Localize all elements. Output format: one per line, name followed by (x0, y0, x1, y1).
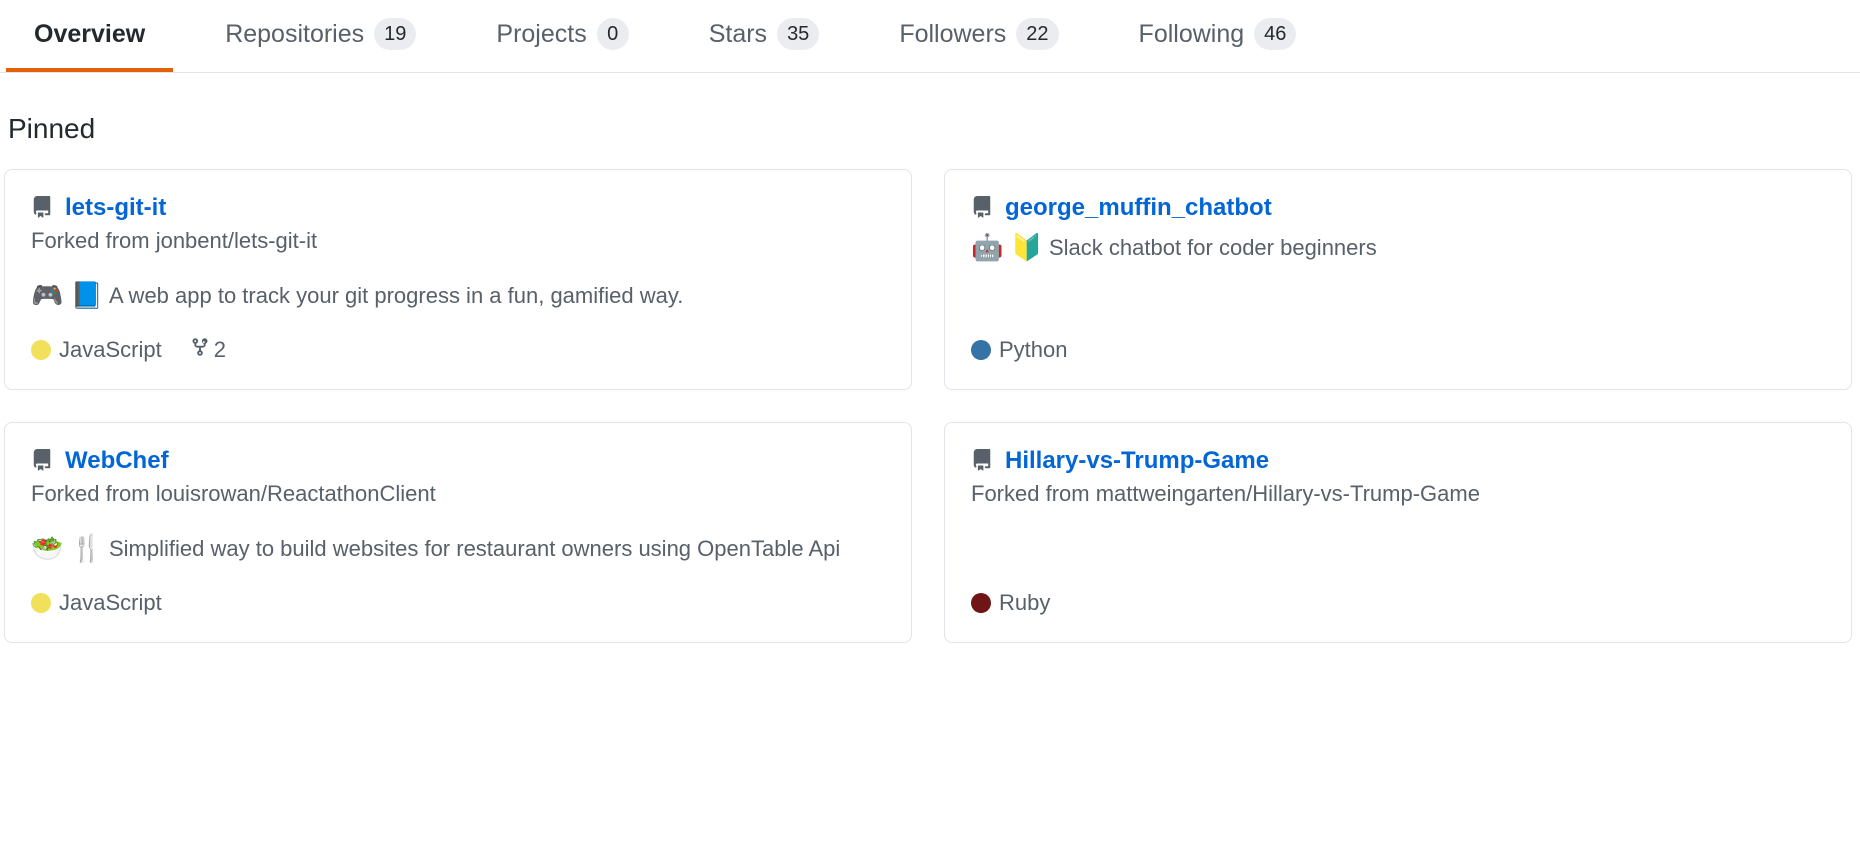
tab-counter: 22 (1016, 18, 1058, 50)
repo-name-link[interactable]: lets-git-it (65, 194, 166, 222)
repo-description: 🤖 🔰 Slack chatbot for coder beginners (971, 228, 1825, 267)
tab-label: Projects (496, 20, 586, 49)
tab-repositories[interactable]: Repositories 19 (197, 0, 444, 72)
tab-label: Stars (709, 20, 767, 49)
pinned-grid: lets-git-it Forked from jonbent/lets-git… (0, 163, 1860, 643)
repo-language-name: JavaScript (59, 590, 162, 616)
repo-name-link[interactable]: george_muffin_chatbot (1005, 194, 1272, 222)
repo-icon (971, 449, 993, 474)
repo-name-link[interactable]: Hillary-vs-Trump-Game (1005, 447, 1269, 475)
tab-stars[interactable]: Stars 35 (681, 0, 848, 72)
tab-projects[interactable]: Projects 0 (468, 0, 656, 72)
repo-description: 🎮 📘 A web app to track your git progress… (31, 276, 885, 315)
tab-counter: 19 (374, 18, 416, 50)
repo-forked-from: Forked from jonbent/lets-git-it (31, 228, 885, 254)
language-color-dot (31, 593, 51, 613)
language-color-dot (971, 340, 991, 360)
pinned-heading: Pinned (0, 73, 1860, 163)
repo-desc-text: A web app to track your git progress in … (109, 279, 683, 312)
repo-forks[interactable]: 2 (190, 337, 226, 363)
repo-language: JavaScript (31, 337, 162, 363)
tab-overview[interactable]: Overview (6, 0, 173, 72)
tab-label: Repositories (225, 20, 364, 49)
tab-followers[interactable]: Followers 22 (871, 0, 1086, 72)
repo-forked-from: Forked from louisrowan/ReactathonClient (31, 481, 885, 507)
tab-label: Followers (899, 20, 1006, 49)
repo-name-link[interactable]: WebChef (65, 447, 169, 475)
repo-language: Ruby (971, 590, 1050, 616)
pinned-repo-card: george_muffin_chatbot 🤖 🔰 Slack chatbot … (944, 169, 1852, 390)
repo-desc-text: Simplified way to build websites for res… (109, 532, 840, 565)
fork-icon (190, 337, 210, 363)
profile-tabnav: Overview Repositories 19 Projects 0 Star… (0, 0, 1860, 73)
tab-label: Following (1139, 20, 1245, 49)
pinned-repo-card: WebChef Forked from louisrowan/Reactatho… (4, 422, 912, 643)
repo-fork-count: 2 (214, 337, 226, 363)
language-color-dot (31, 340, 51, 360)
tab-label: Overview (34, 20, 145, 49)
repo-desc-emoji: 🥗 🍴 (31, 529, 103, 568)
repo-icon (31, 449, 53, 474)
repo-language-name: Ruby (999, 590, 1050, 616)
pinned-repo-card: lets-git-it Forked from jonbent/lets-git… (4, 169, 912, 390)
repo-language: Python (971, 337, 1068, 363)
tab-counter: 0 (597, 18, 629, 50)
repo-desc-emoji: 🎮 📘 (31, 276, 103, 315)
repo-description: 🥗 🍴 Simplified way to build websites for… (31, 529, 885, 568)
repo-language-name: JavaScript (59, 337, 162, 363)
repo-forked-from: Forked from mattweingarten/Hillary-vs-Tr… (971, 481, 1825, 507)
language-color-dot (971, 593, 991, 613)
tab-following[interactable]: Following 46 (1111, 0, 1325, 72)
repo-icon (31, 196, 53, 221)
repo-desc-emoji: 🤖 🔰 (971, 228, 1043, 267)
repo-language: JavaScript (31, 590, 162, 616)
repo-desc-text: Slack chatbot for coder beginners (1049, 231, 1377, 264)
repo-language-name: Python (999, 337, 1068, 363)
repo-icon (971, 196, 993, 221)
tab-counter: 46 (1254, 18, 1296, 50)
pinned-repo-card: Hillary-vs-Trump-Game Forked from mattwe… (944, 422, 1852, 643)
tab-counter: 35 (777, 18, 819, 50)
